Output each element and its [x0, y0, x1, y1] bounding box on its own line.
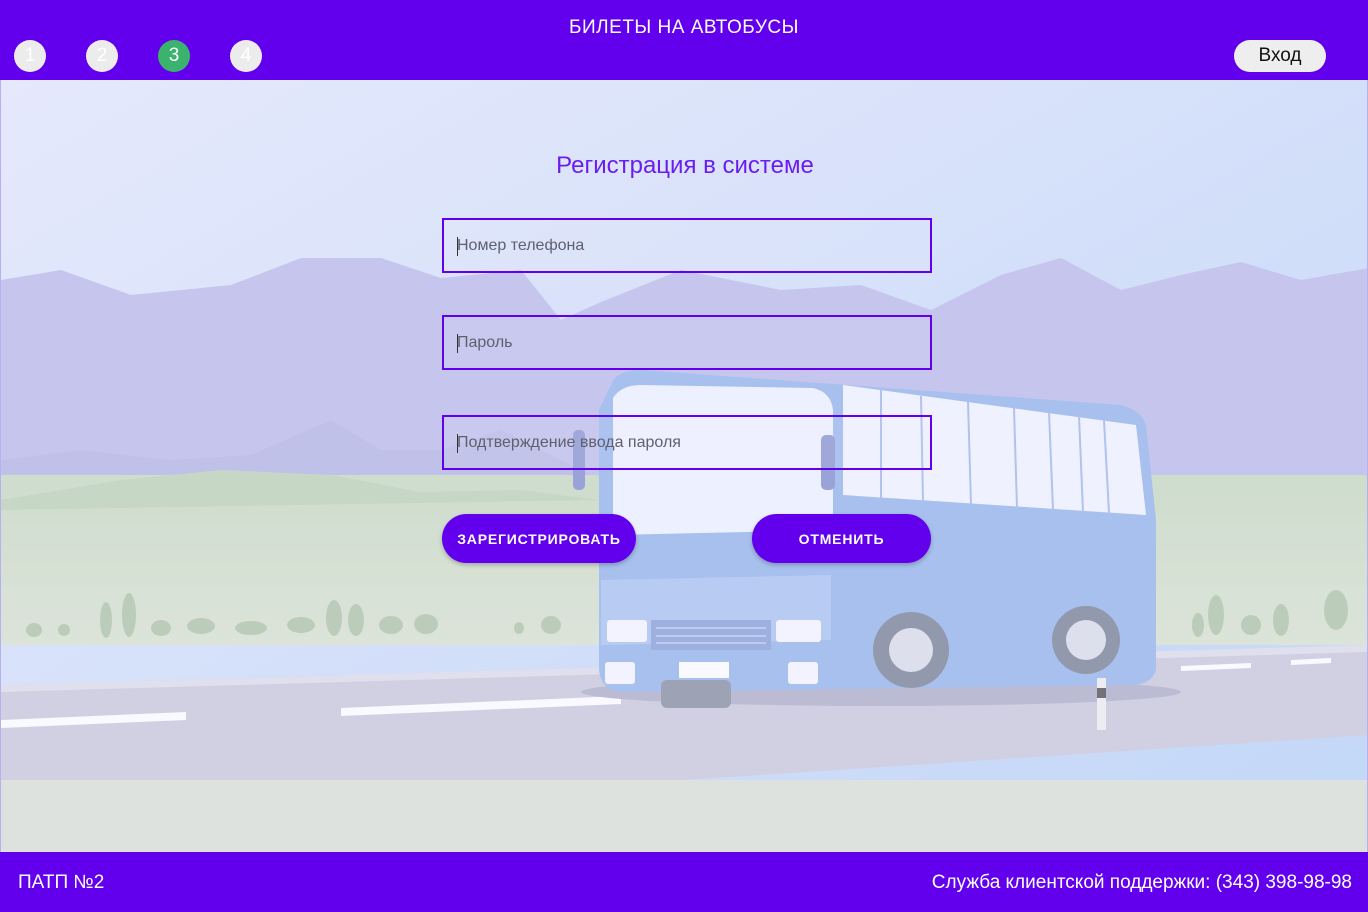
text-cursor [457, 334, 458, 353]
confirm-password-field[interactable] [442, 415, 932, 470]
step-1[interactable]: 1 [14, 40, 46, 72]
phone-field[interactable] [442, 218, 932, 273]
text-cursor [457, 237, 458, 256]
phone-input[interactable] [444, 220, 930, 271]
step-2[interactable]: 2 [86, 40, 118, 72]
step-4[interactable]: 4 [230, 40, 262, 72]
confirm-password-input[interactable] [444, 417, 930, 468]
app-footer: ПАТП №2 Служба клиентской поддержки: (34… [0, 852, 1368, 912]
app-header: БИЛЕТЫ НА АВТОБУСЫ 1 2 3 4 Вход [0, 0, 1368, 80]
text-cursor [457, 434, 458, 453]
step-3[interactable]: 3 [158, 40, 190, 72]
password-input[interactable] [444, 317, 930, 368]
register-button[interactable]: ЗАРЕГИСТРИРОВАТЬ [442, 514, 636, 563]
registration-screen: Регистрация в системе ЗАРЕГИСТРИРОВАТЬ О… [0, 80, 1368, 852]
login-button[interactable]: Вход [1234, 40, 1326, 72]
support-phone: Служба клиентской поддержки: (343) 398-9… [931, 872, 1352, 893]
cancel-button[interactable]: ОТМЕНИТЬ [752, 514, 931, 563]
password-field[interactable] [442, 315, 932, 370]
company-name: ПАТП №2 [18, 872, 105, 893]
form-title: Регистрация в системе [556, 152, 814, 179]
app-title: БИЛЕТЫ НА АВТОБУСЫ [569, 17, 799, 38]
